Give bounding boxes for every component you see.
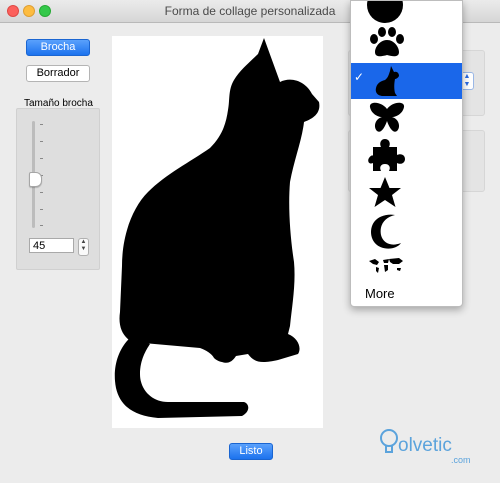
shape-option-world-map[interactable]	[351, 251, 462, 281]
shape-option-butterfly[interactable]	[351, 99, 462, 137]
slider-tick	[40, 209, 43, 210]
circle-icon	[367, 1, 403, 23]
puzzle-icon	[368, 139, 405, 171]
brush-size-input[interactable]	[29, 238, 74, 253]
shape-option-moon[interactable]	[351, 211, 462, 251]
done-button[interactable]: Listo	[229, 443, 273, 460]
star-icon	[369, 177, 401, 207]
cat-silhouette	[114, 38, 320, 418]
slider-tick	[40, 141, 43, 142]
butterfly-icon	[369, 102, 405, 132]
minimize-window-button[interactable]	[23, 5, 35, 17]
shape-option-paw[interactable]	[351, 25, 462, 63]
eraser-button[interactable]: Borrador	[26, 65, 90, 82]
moon-icon	[371, 214, 401, 249]
paw-icon	[370, 27, 404, 57]
checkmark-icon: ✓	[354, 70, 365, 84]
slider-tick	[40, 192, 43, 193]
slider-tick	[40, 158, 43, 159]
brush-size-stepper[interactable]: ▲ ▼	[78, 238, 89, 256]
shape-option-cat[interactable]: ✓	[351, 63, 462, 99]
close-window-button[interactable]	[7, 5, 19, 17]
world-map-icon	[369, 258, 403, 273]
bulb-icon	[380, 429, 398, 453]
collage-canvas[interactable]	[112, 36, 323, 428]
slider-tick	[40, 124, 43, 125]
shape-menu: ✓ More	[350, 0, 463, 307]
shape-option-star[interactable]	[351, 173, 462, 211]
slider-tick	[40, 225, 43, 226]
more-shapes-item[interactable]: More	[365, 286, 395, 301]
brush-button[interactable]: Brocha	[26, 39, 90, 56]
watermark-domain: .com	[451, 455, 471, 465]
zoom-window-button[interactable]	[39, 5, 51, 17]
cat-icon	[375, 66, 399, 96]
watermark-brand: olvetic	[398, 435, 452, 456]
brush-size-slider-thumb[interactable]	[29, 172, 42, 187]
window-title: Forma de collage personalizada	[164, 4, 336, 18]
watermark-logo: olvetic .com	[376, 425, 476, 470]
shape-option-puzzle[interactable]	[351, 137, 462, 173]
shape-option-circle[interactable]	[351, 1, 462, 25]
